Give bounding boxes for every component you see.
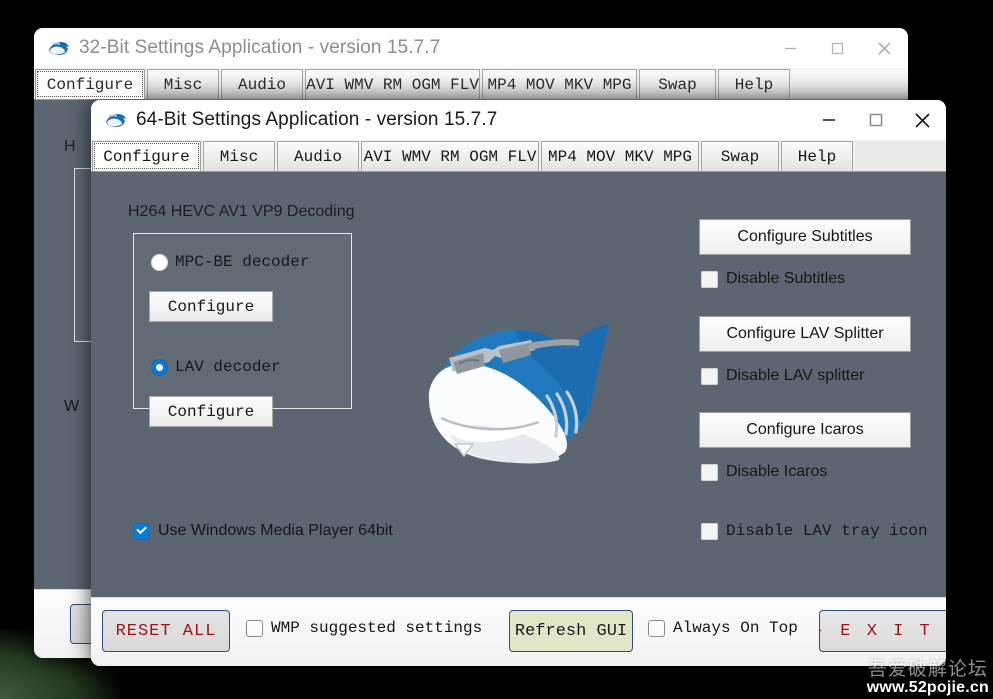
disable-lav-tray-label: Disable LAV tray icon [726,522,928,540]
always-on-top-checkbox[interactable] [648,619,665,637]
maximize-icon[interactable] [814,28,861,68]
use-wmp-64bit-label: Use Windows Media Player 64bit [158,522,393,539]
disable-icaros-label: Disable Icaros [726,463,828,480]
tabstrip-32bit: Configure Misc Audio AVI WMV RM OGM FLV … [34,68,908,100]
tab-help-32bit[interactable]: Help [718,69,790,99]
watermark-url: www.52pojie.cn [866,679,989,697]
tab-configure-32bit[interactable]: Configure [35,69,145,99]
radio-label-lav: LAV decoder [175,358,281,376]
section-title-32bit: H [64,138,76,155]
disable-subtitles-checkbox[interactable] [701,270,718,288]
disable-lav-splitter-checkbox-row[interactable]: Disable LAV splitter [701,367,864,385]
radio-mpc-be-decoder[interactable]: MPC-BE decoder [151,253,309,271]
tab-mp4-mov-mkv-mpg-32bit[interactable]: MP4 MOV MKV MPG [482,69,637,99]
window-title-32bit: 32-Bit Settings Application - version 15… [79,37,441,58]
disable-icaros-checkbox-row[interactable]: Disable Icaros [701,463,827,481]
disable-lav-tray-checkbox[interactable] [701,522,718,540]
always-on-top-label: Always On Top [673,619,798,637]
desktop: 32-Bit Settings Application - version 15… [0,0,993,699]
disable-lav-splitter-label: Disable LAV splitter [726,367,865,384]
foreground-window-64bit[interactable]: 64-Bit Settings Application - version 15… [91,100,946,666]
disable-subtitles-label: Disable Subtitles [726,270,846,287]
wmp-checkbox-label-32bit: W [64,398,80,415]
close-icon[interactable] [899,100,946,140]
tab-configure-64bit[interactable]: Configure [92,141,201,171]
configure-lav-splitter-button[interactable]: Configure LAV Splitter [699,316,911,352]
titlebar-64bit: 64-Bit Settings Application - version 15… [91,100,946,140]
exit-button-clip: - E X I T - [819,608,946,656]
configure-icaros-button[interactable]: Configure Icaros [699,412,911,448]
window-title-64bit: 64-Bit Settings Application - version 15… [136,109,498,130]
minimize-icon[interactable] [767,28,814,68]
shark-logo-icon [419,310,619,475]
disable-lav-tray-checkbox-row[interactable]: Disable LAV tray icon [701,522,928,540]
disable-subtitles-checkbox-row[interactable]: Disable Subtitles [701,270,845,288]
tab-swap-64bit[interactable]: Swap [701,141,779,171]
section-title-decoding: H264 HEVC AV1 VP9 Decoding [128,203,355,220]
radio-indicator-mpc-be[interactable] [151,253,168,271]
use-wmp-64bit-checkbox[interactable] [133,522,150,540]
configure-subtitles-button[interactable]: Configure Subtitles [699,219,911,255]
reset-all-button[interactable]: RESET ALL [102,610,230,652]
window-controls-64bit [805,100,946,140]
tab-help-64bit[interactable]: Help [781,141,853,171]
tab-mp4-mov-mkv-mpg-64bit[interactable]: MP4 MOV MKV MPG [541,141,699,171]
tabstrip-filler-64bit [855,141,946,171]
configure-mpc-be-button[interactable]: Configure [149,291,273,322]
tab-swap-32bit[interactable]: Swap [639,69,716,99]
radio-indicator-lav[interactable] [151,358,168,376]
shark-icon [105,112,127,129]
disable-icaros-checkbox[interactable] [701,463,718,481]
tab-audio-32bit[interactable]: Audio [221,69,303,99]
close-icon[interactable] [861,28,908,68]
shark-icon [48,40,70,57]
minimize-icon[interactable] [805,100,852,140]
disable-lav-splitter-checkbox[interactable] [701,367,718,385]
footer-64bit: RESET ALL WMP suggested settings Refresh… [91,597,946,666]
configure-lav-button[interactable]: Configure [149,396,273,427]
radio-lav-decoder[interactable]: LAV decoder [151,358,281,376]
tab-audio-64bit[interactable]: Audio [277,141,359,171]
tab-avi-wmv-rm-ogm-flv-32bit[interactable]: AVI WMV RM OGM FLV [305,69,480,99]
refresh-gui-button[interactable]: Refresh GUI [509,610,633,652]
titlebar-32bit: 32-Bit Settings Application - version 15… [34,28,908,68]
wmp-suggested-checkbox[interactable] [246,619,263,637]
always-on-top-checkbox-row[interactable]: Always On Top [648,619,798,637]
tabstrip-filler-32bit [792,69,908,99]
radio-label-mpc-be: MPC-BE decoder [175,253,310,271]
tab-avi-wmv-rm-ogm-flv-64bit[interactable]: AVI WMV RM OGM FLV [361,141,539,171]
tab-misc-32bit[interactable]: Misc [147,69,219,99]
window-controls-32bit [767,28,908,68]
wmp-checkbox-row-32bit[interactable]: W [64,398,79,416]
maximize-icon[interactable] [852,100,899,140]
disable-lav-tray-clip: Disable LAV tray icon [701,520,933,546]
wmp-suggested-checkbox-row[interactable]: WMP suggested settings [246,619,482,637]
tab-misc-64bit[interactable]: Misc [203,141,275,171]
exit-button[interactable]: - E X I T - [819,610,946,652]
use-wmp-64bit-checkbox-row[interactable]: Use Windows Media Player 64bit [133,522,393,540]
content-pane-64bit: H264 HEVC AV1 VP9 Decoding MPC-BE decode… [91,172,946,598]
tabstrip-64bit: Configure Misc Audio AVI WMV RM OGM FLV … [91,140,946,172]
wmp-suggested-label: WMP suggested settings [271,619,483,637]
